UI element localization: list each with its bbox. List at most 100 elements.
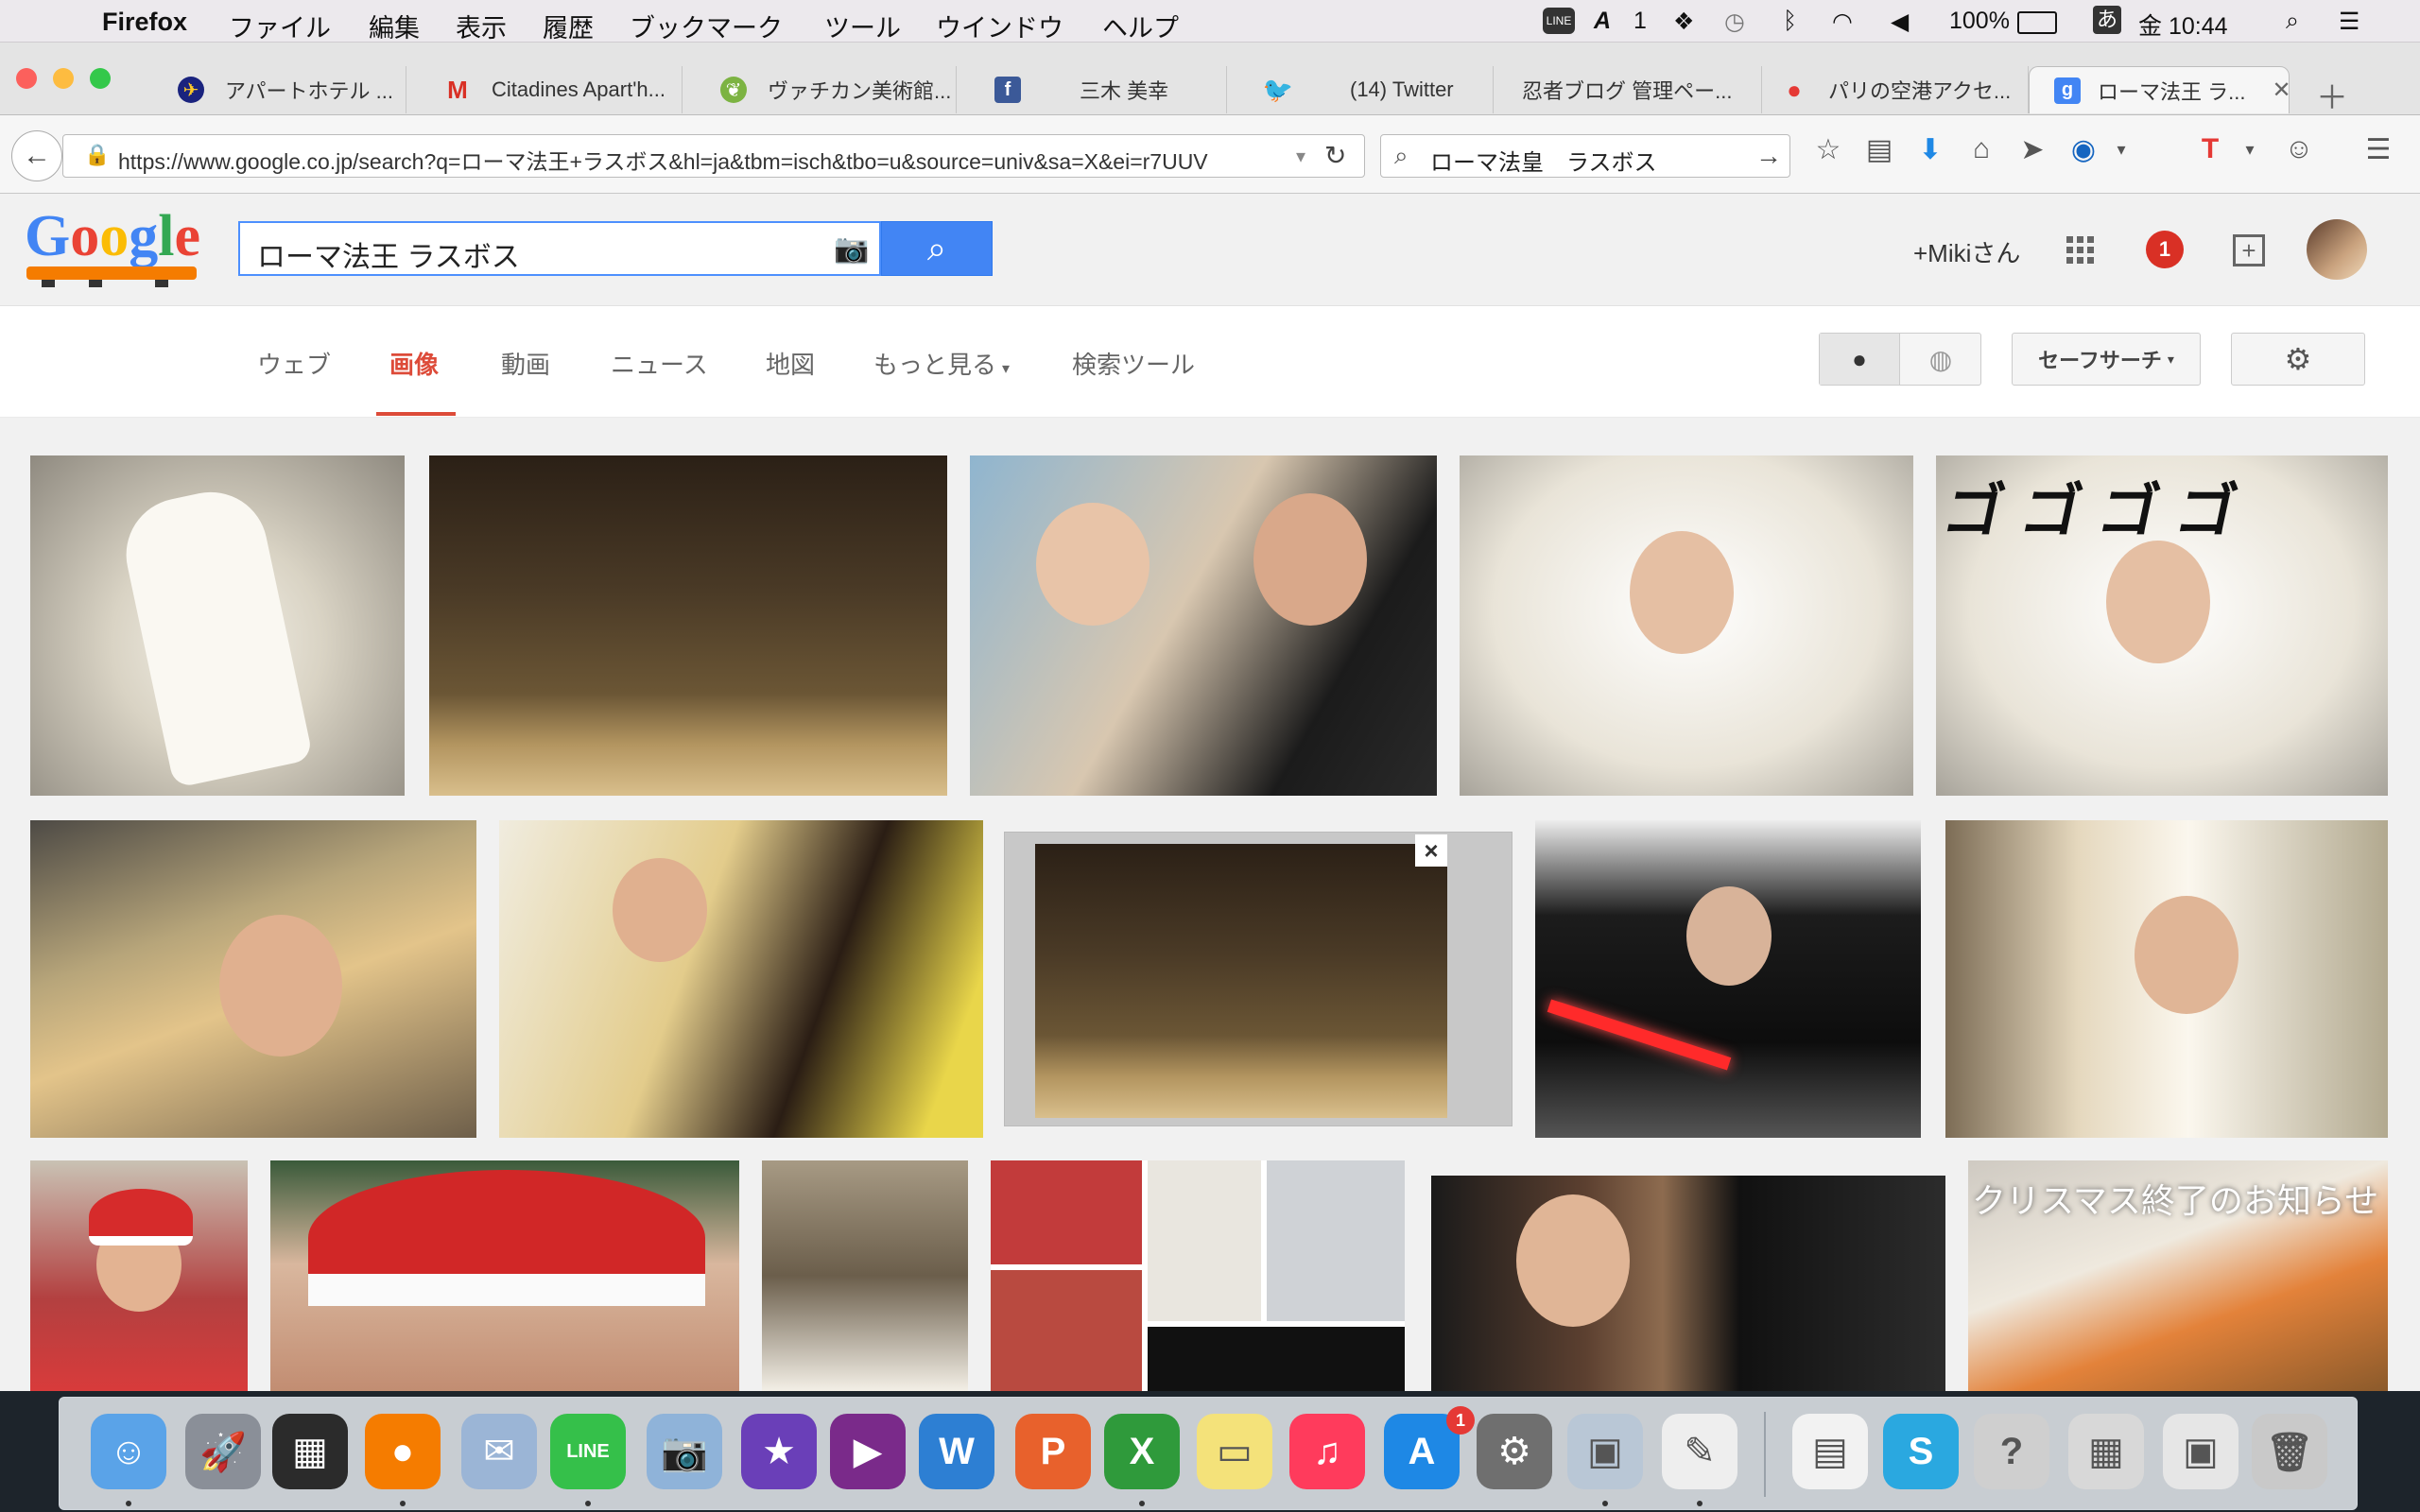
- menu-file[interactable]: ファイル: [229, 8, 331, 44]
- wifi-icon[interactable]: ◠: [1832, 8, 1853, 36]
- dock-app-line[interactable]: LINE: [550, 1414, 626, 1489]
- image-result[interactable]: [30, 820, 476, 1138]
- dock-app-documents[interactable]: ▤: [1792, 1414, 1868, 1489]
- search-box-value[interactable]: ローマ法皇 ラスボス: [1430, 144, 1657, 177]
- image-result[interactable]: [499, 820, 983, 1138]
- tab-vatican-museum[interactable]: ❦ ヴァチカン美術館...: [683, 66, 957, 113]
- hamburger-menu-icon[interactable]: ☰: [2360, 130, 2397, 168]
- dock-app-help[interactable]: ?: [1974, 1414, 2049, 1489]
- new-tab-button[interactable]: ＋: [2316, 72, 2348, 118]
- dock-app-word[interactable]: W: [919, 1414, 994, 1489]
- dock-app-launchpad[interactable]: 🚀: [185, 1414, 261, 1489]
- globe-extension-icon[interactable]: ◉: [2065, 130, 2102, 168]
- dock-app-powerpoint[interactable]: P: [1015, 1414, 1091, 1489]
- send-icon[interactable]: ➤: [2014, 130, 2051, 168]
- image-result[interactable]: [970, 455, 1437, 796]
- tab-paris-airport[interactable]: ● パリの空港アクセ...: [1762, 66, 2029, 113]
- image-result[interactable]: [270, 1160, 739, 1391]
- battery-icon[interactable]: [2017, 11, 2057, 34]
- nav-web[interactable]: ウェブ: [257, 346, 331, 381]
- menu-history[interactable]: 履歴: [543, 8, 594, 44]
- notification-center-icon[interactable]: ☰: [2339, 8, 2360, 36]
- image-result[interactable]: ゴゴゴゴ: [1936, 455, 2388, 796]
- dock-app-mail[interactable]: ✉: [461, 1414, 537, 1489]
- dock-app-textedit[interactable]: ✎: [1662, 1414, 1737, 1489]
- nav-videos[interactable]: 動画: [501, 346, 550, 381]
- apps-grid-icon[interactable]: [2066, 236, 2095, 265]
- user-name-link[interactable]: +Mikiさん: [1913, 234, 2020, 269]
- menu-tools[interactable]: ツール: [824, 8, 901, 44]
- dock-app-skype[interactable]: S: [1883, 1414, 1959, 1489]
- google-search-button[interactable]: ⌕: [881, 221, 993, 276]
- menu-bookmarks[interactable]: ブックマーク: [630, 8, 783, 44]
- line-status-icon[interactable]: LINE: [1543, 8, 1575, 34]
- notifications-badge[interactable]: 1: [2146, 231, 2184, 268]
- tab-facebook[interactable]: f 三木 美幸: [957, 66, 1227, 113]
- world-results-icon[interactable]: ◍: [1901, 334, 1980, 385]
- image-result[interactable]: [429, 455, 947, 796]
- reading-list-icon[interactable]: ▤: [1860, 130, 1898, 168]
- avatar[interactable]: [2307, 219, 2367, 280]
- image-result[interactable]: [1460, 455, 1913, 796]
- image-result-hovered[interactable]: ×: [1004, 832, 1512, 1126]
- nav-search-tools[interactable]: 検索ツール: [1072, 346, 1195, 381]
- download-icon[interactable]: ⬇: [1911, 130, 1949, 168]
- volume-icon[interactable]: ◀: [1891, 8, 1909, 36]
- tab-google-images[interactable]: g ローマ法王 ラ... ✕: [2029, 66, 2290, 113]
- time-machine-icon[interactable]: ◷: [1724, 8, 1745, 36]
- menu-help[interactable]: ヘルプ: [1102, 8, 1179, 44]
- adobe-status-icon[interactable]: A: [1594, 8, 1611, 35]
- nav-more[interactable]: もっと見る ▾: [873, 346, 1010, 381]
- nav-images[interactable]: 画像: [389, 346, 439, 381]
- menu-edit[interactable]: 編集: [369, 8, 420, 44]
- google-logo[interactable]: Google: [23, 204, 212, 291]
- share-plus-icon[interactable]: +: [2233, 234, 2265, 266]
- dock-app-iphoto[interactable]: 📷: [647, 1414, 722, 1489]
- google-query[interactable]: ローマ法王 ラスボス: [257, 233, 520, 275]
- safesearch-button[interactable]: セーフサーチ ▾: [2012, 333, 2201, 386]
- dock-app-adobe[interactable]: ▶: [830, 1414, 906, 1489]
- dock-app-firefox[interactable]: ●: [365, 1414, 441, 1489]
- personal-results-icon[interactable]: ●: [1820, 334, 1900, 385]
- tab-gmail[interactable]: M Citadines Apart'h...: [406, 66, 683, 113]
- extension-dropdown-icon[interactable]: ▾: [2102, 130, 2140, 168]
- dock-app-imovie[interactable]: ★: [741, 1414, 817, 1489]
- app-menu[interactable]: Firefox: [102, 8, 187, 37]
- image-result[interactable]: [30, 1160, 248, 1391]
- image-result[interactable]: [991, 1160, 1405, 1391]
- bookmark-star-icon[interactable]: ☆: [1809, 130, 1847, 168]
- nav-maps[interactable]: 地図: [766, 346, 815, 381]
- dock-app-system-preferences[interactable]: ⚙: [1477, 1414, 1552, 1489]
- back-button[interactable]: ←: [11, 130, 62, 181]
- zoom-window-button[interactable]: [90, 68, 111, 89]
- image-result[interactable]: [1535, 820, 1921, 1138]
- camera-search-icon[interactable]: 📷: [834, 232, 869, 266]
- url-dropdown-icon[interactable]: ▾: [1296, 145, 1305, 168]
- dropbox-icon[interactable]: ❖: [1673, 8, 1694, 36]
- dock-app-excel[interactable]: X: [1104, 1414, 1180, 1489]
- url-bar[interactable]: 🔒 https://www.google.co.jp/search?q=ローマ法…: [62, 134, 1365, 178]
- close-icon[interactable]: ×: [1415, 834, 1447, 867]
- image-result[interactable]: [30, 455, 405, 796]
- dock-app-trash[interactable]: 🗑: [2252, 1414, 2327, 1489]
- translate-dropdown-icon[interactable]: ▾: [2231, 130, 2269, 168]
- close-tab-icon[interactable]: ✕: [2272, 77, 2289, 104]
- image-result[interactable]: クリスマス終了のお知らせ: [1968, 1160, 2388, 1391]
- dock-app-spreadsheet[interactable]: ▦: [2068, 1414, 2144, 1489]
- minimize-window-button[interactable]: [53, 68, 74, 89]
- clock[interactable]: 金 10:44: [2138, 8, 2228, 42]
- dock-app-screenshot[interactable]: ▣: [2163, 1414, 2238, 1489]
- dock-app-finder[interactable]: ☺: [91, 1414, 166, 1489]
- image-result[interactable]: [1945, 820, 2388, 1138]
- dock-app-notes[interactable]: ▭: [1197, 1414, 1272, 1489]
- url-text[interactable]: https://www.google.co.jp/search?q=ローマ法王+…: [118, 144, 1338, 176]
- spotlight-icon[interactable]: ⌕: [2286, 8, 2299, 35]
- close-window-button[interactable]: [16, 68, 37, 89]
- dock-app-preview[interactable]: ▣: [1567, 1414, 1643, 1489]
- image-result[interactable]: [1431, 1176, 1945, 1391]
- image-result[interactable]: [762, 1160, 968, 1391]
- dock-app-itunes[interactable]: ♫: [1289, 1414, 1365, 1489]
- input-method[interactable]: あ: [2093, 6, 2121, 34]
- tab-apart-hotel[interactable]: ✈ アパートホテル ...: [140, 66, 406, 113]
- search-go-icon[interactable]: →: [1755, 141, 1782, 171]
